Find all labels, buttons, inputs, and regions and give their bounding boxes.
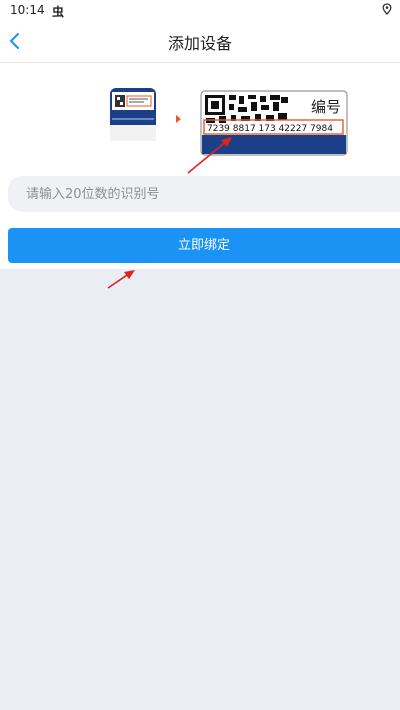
device-image: [110, 88, 156, 141]
label-title-text: 编号: [311, 98, 341, 116]
device-id-input[interactable]: [8, 176, 400, 212]
pointer-arrow-icon: [107, 270, 135, 289]
id-input-container: [8, 176, 400, 212]
nav-bar: 添加设备: [0, 20, 400, 63]
bind-now-button[interactable]: 立即绑定: [8, 228, 400, 263]
status-bar: 10:14 虫: [0, 0, 400, 20]
device-label-illustration: 编号 7239 8817 173 42227 7984: [110, 88, 348, 174]
bug-icon: 虫: [52, 5, 65, 19]
status-time: 10:14: [10, 3, 45, 17]
page-title: 添加设备: [167, 34, 232, 53]
serial-example-text: 7239 8817 173 42227 7984: [207, 124, 333, 134]
content-panel: 编号 7239 8817 173 42227 7984 立即绑定: [0, 63, 400, 269]
small-arrow-icon: [176, 115, 181, 123]
location-icon: [382, 3, 392, 15]
